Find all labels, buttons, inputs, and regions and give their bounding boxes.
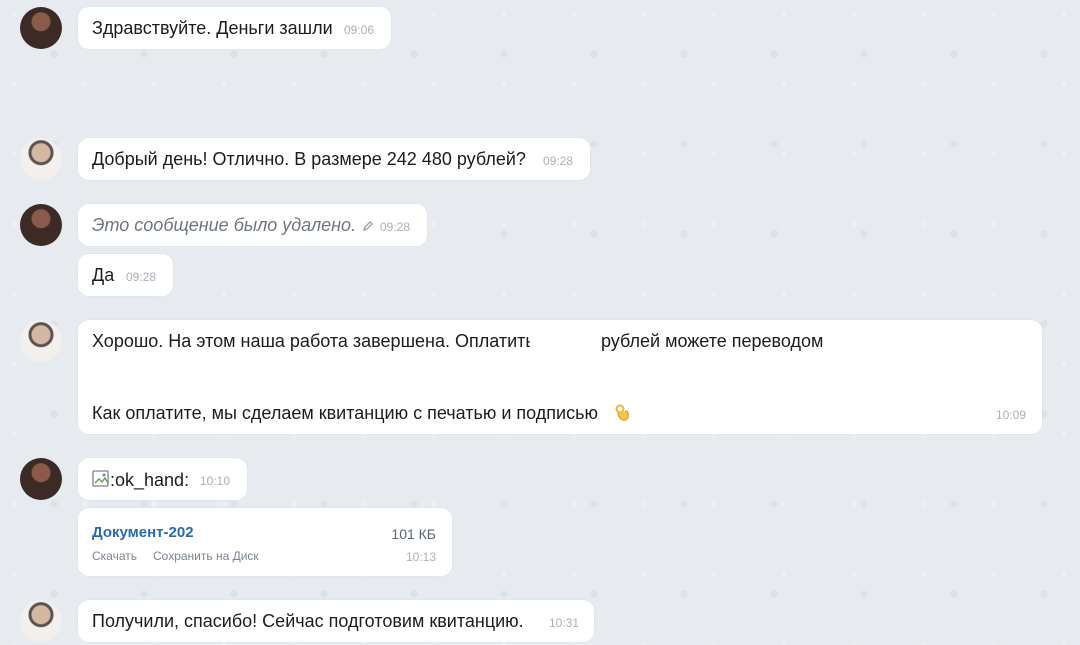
message-text: Да [92,265,115,285]
message-text: Получили, спасибо! Сейчас подготовим кви… [92,611,524,631]
message-text: Здравствуйте. Деньги зашли [92,18,333,38]
ok-hand-icon [615,404,629,421]
redacted-region [530,324,590,356]
message-text-line-1-part-1: Хорошо. На этом наша работа завершена. О… [92,331,535,351]
avatar[interactable] [20,320,62,362]
avatar[interactable] [20,7,62,49]
redacted-region [86,354,626,378]
download-link[interactable]: Скачать [92,549,137,563]
deleted-message-bubble[interactable]: Это сообщение было удалено. 09:28 [78,204,427,246]
avatar[interactable] [20,204,62,246]
message-bubble[interactable]: Здравствуйте. Деньги зашли 09:06 [78,7,391,49]
message-time: 09:28 [126,270,157,284]
message-bubble[interactable]: Да 09:28 [78,254,173,296]
avatar[interactable] [20,138,62,180]
message-time: 10:13 [406,550,437,564]
redacted-region [196,514,348,550]
message-time: 10:09 [996,408,1027,422]
message-text-line-3: Как оплатите, мы сделаем квитанцию с печ… [92,403,598,423]
message-time: 09:28 [543,154,574,168]
message-time: 10:10 [200,474,231,488]
message-text: Добрый день! Отлично. В размере 242 480 … [92,149,526,169]
broken-image-icon [92,470,109,487]
pencil-icon [362,221,373,232]
message-bubble[interactable]: Хорошо. На этом наша работа завершена. О… [78,320,1042,434]
file-size: 101 КБ [391,526,436,542]
message-time: 10:31 [549,616,580,630]
message-text: :ok_hand: [110,470,190,490]
message-text-line-1-part-2: рублей можете переводом [601,331,824,351]
message-bubble[interactable]: Получили, спасибо! Сейчас подготовим кви… [78,600,594,642]
message-bubble[interactable]: Добрый день! Отлично. В размере 242 480 … [78,138,590,180]
redacted-region [838,322,1034,370]
avatar[interactable] [20,600,62,642]
message-time: 09:06 [344,23,375,37]
file-link[interactable]: Документ-202 [92,524,194,541]
deleted-message-text: Это сообщение было удалено. [92,215,357,235]
file-message-bubble[interactable]: Документ-202 101 КБ Скачать Сохранить на… [78,508,452,576]
message-time: 09:28 [380,220,411,234]
avatar[interactable] [20,458,62,500]
save-to-disk-link[interactable]: Сохранить на Диск [153,549,259,563]
